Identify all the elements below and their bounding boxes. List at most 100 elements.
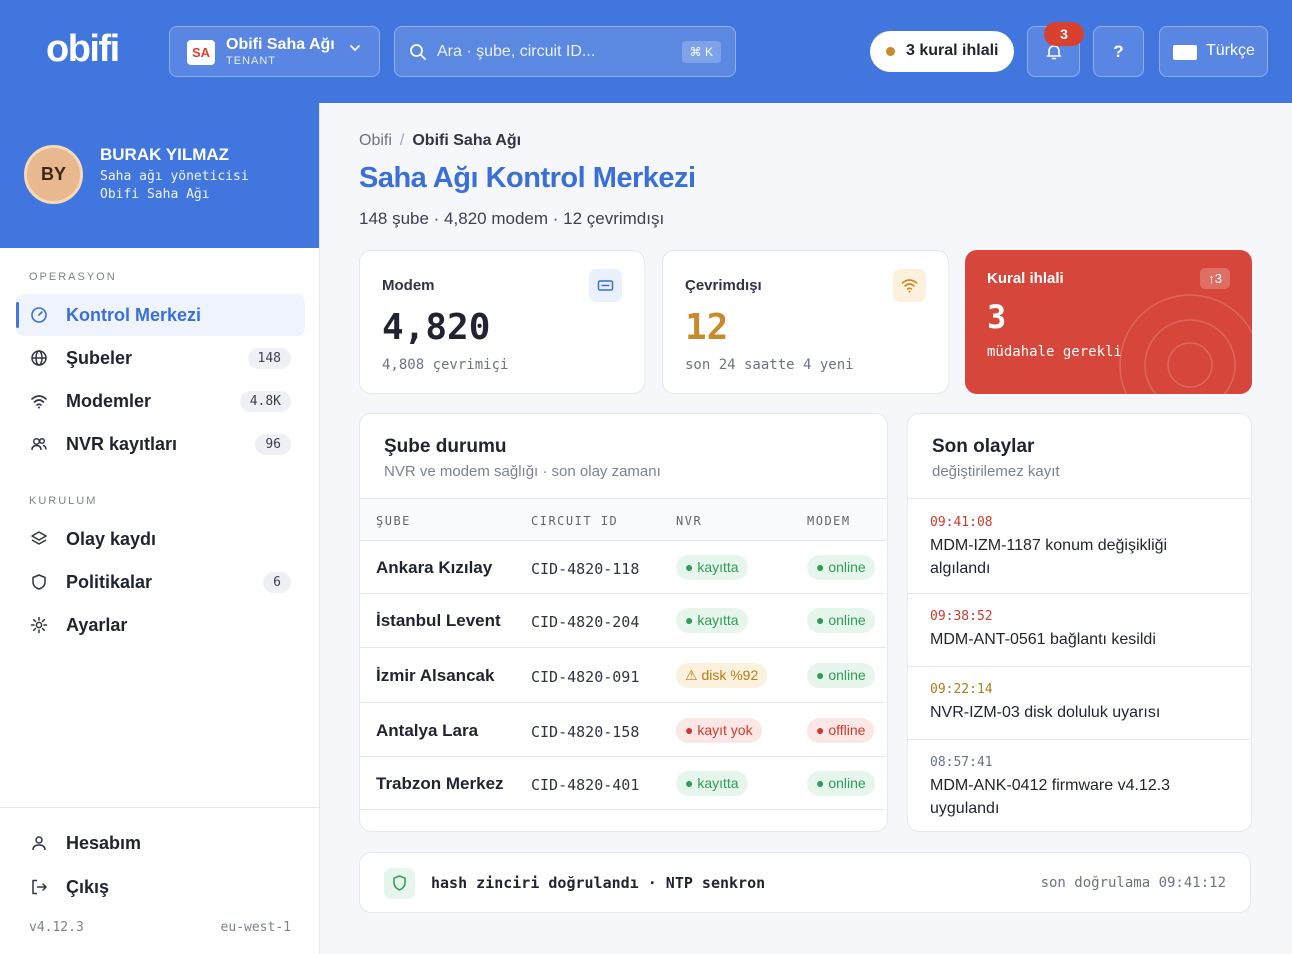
panel-title: Son olaylar <box>932 436 1035 457</box>
brand-logo[interactable]: obifi <box>46 28 120 71</box>
offline-stat-card[interactable]: Çevrimdışı 12 son 24 saatte 4 yeni <box>662 250 949 394</box>
sidebar-divider <box>0 807 319 808</box>
modem-stat-card[interactable]: Modem 4,820 4,808 çevrimiçi <box>359 250 645 394</box>
stat-value: 3 <box>987 298 1007 336</box>
event-item[interactable]: 09:38:52 MDM-ANT-0561 bağlantı kesildi <box>908 594 1250 667</box>
event-time: 09:38:52 <box>930 609 993 624</box>
violation-indicator[interactable]: 3 kural ihlali <box>870 31 1014 72</box>
shield-icon <box>32 574 46 590</box>
event-item[interactable]: 09:41:08 MDM-IZM-1187 konum değişikliği … <box>908 498 1250 594</box>
wifi-icon <box>31 395 47 409</box>
tenant-switcher[interactable]: SA Obifi Saha Ağı TENANT <box>169 26 380 77</box>
modem-status-badge: ● online <box>807 555 875 580</box>
hash-chain-status: hash zinciri doğrulandı · NTP senkron <box>431 874 766 892</box>
search-shortcut: ⌘ K <box>681 41 721 63</box>
settings-icon <box>30 616 48 634</box>
flag-icon <box>1173 45 1197 60</box>
nvr-status-badge: ● kayıtta <box>676 771 748 796</box>
sidebar-item-label: Ayarlar <box>66 615 128 635</box>
sidebar-item-nvr-records[interactable]: NVR kayıtları 96 <box>16 423 305 465</box>
layers-icon <box>31 531 47 545</box>
sidebar-item-count: 148 <box>247 348 291 369</box>
search-bar[interactable]: Ara · şube, circuit ID... ⌘ K <box>394 26 736 77</box>
avatar[interactable]: BY <box>24 145 83 204</box>
trend-badge: ↑3 <box>1200 268 1230 289</box>
sidebar-item-branches[interactable]: Şubeler 148 <box>16 337 305 379</box>
integrity-status-bar: hash zinciri doğrulandı · NTP senkron so… <box>359 852 1251 913</box>
column-header[interactable]: MODEM <box>807 514 851 528</box>
sidebar-item-event-log[interactable]: Olay kaydı <box>16 518 305 560</box>
event-item[interactable]: 08:57:41 MDM-ANK-0412 firmware v4.12.3 u… <box>908 740 1250 831</box>
sidebar-item-settings[interactable]: Ayarlar <box>16 604 305 646</box>
search-input[interactable]: Ara · şube, circuit ID... <box>437 43 595 61</box>
user-name: BURAK YILMAZ <box>100 145 230 164</box>
breadcrumb: Obifi / Obifi Saha Ağı <box>359 132 521 150</box>
circuit-id: CID-4820-401 <box>531 776 640 794</box>
sidebar-item-label: Politikalar <box>66 572 153 592</box>
sidebar-item-logout[interactable]: Çıkış <box>16 866 305 908</box>
table-row[interactable]: İzmir Alsancak CID-4820-091 ⚠ disk %92 ●… <box>360 648 886 703</box>
stat-label: Çevrimdışı <box>685 277 762 294</box>
modem-status-badge: ● offline <box>807 718 875 743</box>
dashboard-icon <box>31 307 47 323</box>
column-header[interactable]: NVR <box>676 514 702 528</box>
breadcrumb-current: Obifi Saha Ağı <box>412 132 522 149</box>
event-time: 09:22:14 <box>930 682 993 697</box>
sidebar-item-label: Kontrol Merkezi <box>66 305 202 325</box>
sidebar-item-label: Modemler <box>66 391 152 411</box>
branch-name: Antalya Lara <box>376 721 479 740</box>
sidebar-item-control-center[interactable]: Kontrol Merkezi <box>16 294 305 336</box>
section-label-operations: OPERASYON <box>29 271 117 283</box>
tenant-label: TENANT <box>226 55 276 67</box>
help-button[interactable]: ? <box>1093 26 1144 77</box>
branch-name: Trabzon Merkez <box>376 774 504 793</box>
page-title: Saha Ağı Kontrol Merkezi <box>359 162 696 194</box>
sidebar-item-policies[interactable]: Politikalar 6 <box>16 561 305 603</box>
circuit-id: CID-4820-091 <box>531 668 640 686</box>
region-label: eu-west-1 <box>220 920 291 935</box>
stat-note: 4,808 çevrimiçi <box>382 357 509 373</box>
table-row[interactable]: Antalya Lara CID-4820-158 ● kayıt yok ● … <box>360 703 886 757</box>
shield-check-chip <box>384 868 415 899</box>
top-bar: obifi SA Obifi Saha Ağı TENANT Ara · şub… <box>0 0 1292 103</box>
shield-icon <box>393 875 406 891</box>
modem-status-badge: ● online <box>807 608 875 633</box>
violation-label: 3 kural ihlali <box>906 42 999 59</box>
column-header[interactable]: ŞUBE <box>376 514 411 528</box>
table-row[interactable]: İstanbul Levent CID-4820-204 ● kayıtta ●… <box>360 594 886 648</box>
column-header[interactable]: CIRCUIT ID <box>531 514 618 528</box>
breadcrumb-root[interactable]: Obifi <box>359 132 392 149</box>
event-item[interactable]: 09:22:14 NVR-IZM-03 disk doluluk uyarısı <box>908 667 1250 740</box>
sidebar-item-count: 96 <box>255 434 291 455</box>
modem-status-badge: ● online <box>807 771 875 796</box>
stat-value: 12 <box>685 307 729 348</box>
user-profile: BY BURAK YILMAZ Saha ağı yöneticisi Obif… <box>0 103 319 248</box>
table-row[interactable]: Ankara Kızılay CID-4820-118 ● kayıtta ● … <box>360 541 886 594</box>
sidebar: BY BURAK YILMAZ Saha ağı yöneticisi Obif… <box>0 103 320 954</box>
wifi-icon <box>901 279 918 293</box>
tenant-badge: SA <box>187 40 215 65</box>
panel-subtitle: NVR ve modem sağlığı · son olay zamanı <box>384 463 661 480</box>
card-icon <box>597 280 614 291</box>
stat-label: Modem <box>382 277 435 294</box>
branch-name: İstanbul Levent <box>376 611 501 630</box>
account-label: Hesabım <box>66 833 142 853</box>
users-icon <box>31 437 47 451</box>
language-button[interactable]: Türkçe <box>1159 26 1268 77</box>
app-version: v4.12.3 <box>29 920 84 935</box>
language-label: Türkçe <box>1206 42 1255 59</box>
event-time: 08:57:41 <box>930 755 993 770</box>
nvr-status-badge: ● kayıt yok <box>676 718 762 743</box>
event-text: MDM-IZM-1187 konum değişikliği algılandı <box>930 537 1168 577</box>
sidebar-item-modems[interactable]: Modemler 4.8K <box>16 380 305 422</box>
stat-value: 4,820 <box>382 307 491 348</box>
violation-stat-card[interactable]: Kural ihlali 3 müdahale gerekli ↑3 <box>965 250 1252 394</box>
table-row[interactable]: Trabzon Merkez CID-4820-401 ● kayıtta ● … <box>360 757 886 810</box>
sidebar-item-account[interactable]: Hesabım <box>16 822 305 864</box>
user-org: Obifi Saha Ağı <box>100 187 210 202</box>
rings-decoration <box>1119 294 1252 394</box>
sidebar-item-count: 4.8K <box>239 391 291 412</box>
sidebar-item-label: Olay kaydı <box>66 529 157 549</box>
section-label-setup: KURULUM <box>29 495 98 507</box>
notification-count-badge: 3 <box>1044 22 1084 46</box>
